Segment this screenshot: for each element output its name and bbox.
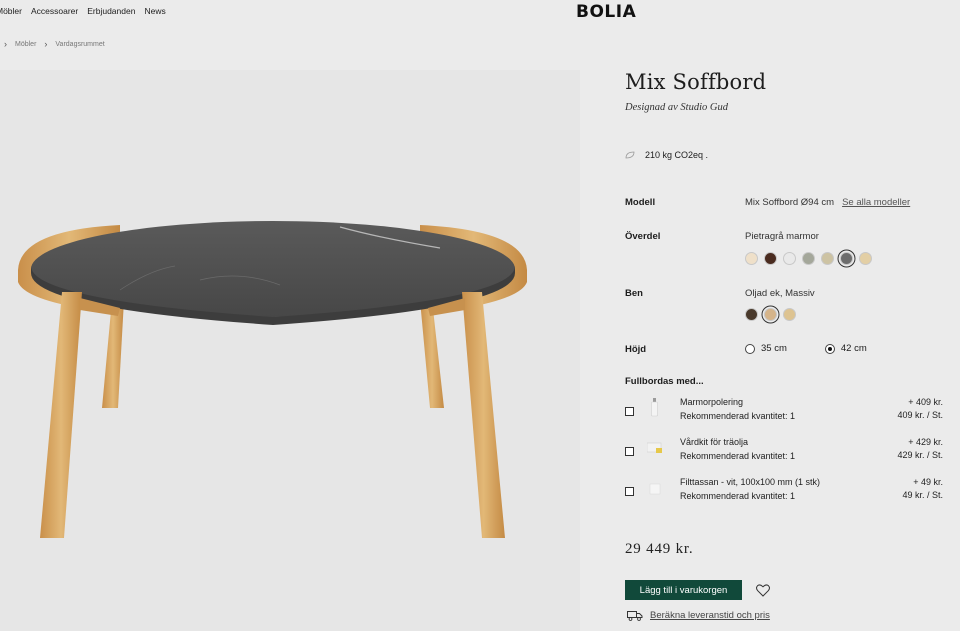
nav-item-mobler[interactable]: Möbler bbox=[0, 6, 22, 16]
main-menu: Möbler Accessoarer Erbjudanden News bbox=[0, 6, 166, 16]
table-leg-back-left bbox=[102, 300, 124, 408]
legs-material-swatch[interactable] bbox=[783, 308, 796, 321]
addon-quantity: Rekommenderad kvantitet: 1 bbox=[680, 411, 796, 421]
legs-label: Ben bbox=[625, 288, 643, 299]
chevron-right-icon: › bbox=[44, 39, 48, 49]
legs-material-swatch[interactable] bbox=[764, 308, 777, 321]
top-material-swatch[interactable] bbox=[821, 252, 834, 265]
top-value: Pietragrå marmor bbox=[745, 231, 819, 242]
delivery-estimate[interactable]: Beräkna leveranstid och pris bbox=[627, 610, 770, 621]
addon-price: + 429 kr. bbox=[908, 437, 943, 447]
model-label: Modell bbox=[625, 197, 656, 208]
delivery-link[interactable]: Beräkna leveranstid och pris bbox=[650, 610, 770, 621]
top-material-swatch[interactable] bbox=[745, 252, 758, 265]
nav-item-accessoarer[interactable]: Accessoarer bbox=[31, 6, 78, 16]
addon-checkbox[interactable] bbox=[625, 447, 634, 456]
addon-unit-price: 429 kr. / St. bbox=[897, 450, 943, 460]
addon-price: + 49 kr. bbox=[913, 477, 943, 487]
top-material-swatch[interactable] bbox=[802, 252, 815, 265]
care-kit-icon bbox=[647, 442, 662, 453]
table-leg-front-left bbox=[40, 292, 82, 538]
addon-unit-price: 409 kr. / St. bbox=[897, 410, 943, 420]
complete-with-title: Fullbordas med... bbox=[625, 376, 704, 387]
addon-name: Filttassan - vit, 100x100 mm (1 stk) bbox=[680, 477, 821, 487]
addon-unit-price: 49 kr. / St. bbox=[902, 490, 943, 500]
breadcrumb: › Möbler › Vardagsrummet bbox=[4, 39, 105, 49]
chevron-right-icon: › bbox=[4, 39, 7, 49]
height-label: Höjd bbox=[625, 344, 647, 355]
table-leg-back-right bbox=[420, 300, 444, 408]
legs-material-swatch[interactable] bbox=[745, 308, 758, 321]
radio-button[interactable] bbox=[824, 343, 835, 354]
addon-checkbox[interactable] bbox=[625, 407, 634, 416]
breadcrumb-item-vardagsrummet[interactable]: Vardagsrummet bbox=[55, 41, 104, 48]
heart-icon[interactable] bbox=[756, 584, 770, 597]
height-options: 35 cm 42 cm bbox=[745, 343, 867, 354]
height-option-42[interactable]: 42 cm bbox=[824, 343, 867, 354]
total-price: 29 449 kr. bbox=[625, 541, 694, 557]
coffee-table-illustration bbox=[18, 221, 527, 538]
leaf-icon bbox=[625, 151, 635, 159]
product-title: Mix Soffbord bbox=[625, 70, 767, 94]
truck-icon bbox=[627, 611, 643, 621]
addon-quantity: Rekommenderad kvantitet: 1 bbox=[680, 451, 796, 461]
top-material-swatch[interactable] bbox=[859, 252, 872, 265]
addon-name: Marmorpolering bbox=[680, 397, 744, 407]
model-value-row: Mix Soffbord Ø94 cm Se alla modeller bbox=[745, 197, 910, 208]
height-option-label: 35 cm bbox=[761, 343, 787, 354]
table-leg-front-right bbox=[462, 292, 505, 538]
polish-bottle-icon bbox=[651, 398, 658, 417]
addon-quantity: Rekommenderad kvantitet: 1 bbox=[680, 491, 796, 501]
addon-name: Vårdkit för träolja bbox=[680, 437, 749, 447]
addon-price: + 409 kr. bbox=[908, 397, 943, 407]
legs-value: Oljad ek, Massiv bbox=[745, 288, 815, 299]
top-material-swatch[interactable] bbox=[764, 252, 777, 265]
top-label: Överdel bbox=[625, 231, 661, 242]
co2-info: 210 kg CO2eq . bbox=[625, 150, 708, 160]
top-material-swatches bbox=[745, 252, 872, 265]
nav-item-erbjudanden[interactable]: Erbjudanden bbox=[87, 6, 135, 16]
product-details: Mix Soffbord Designad av Studio Gud 210 … bbox=[625, 0, 960, 631]
top-material-swatch[interactable] bbox=[783, 252, 796, 265]
nav-item-news[interactable]: News bbox=[144, 6, 165, 16]
product-designer: Designad av Studio Gud bbox=[625, 102, 728, 113]
radio-button[interactable] bbox=[745, 343, 755, 354]
felt-pad-icon bbox=[649, 483, 661, 495]
breadcrumb-item-mobler[interactable]: Möbler bbox=[15, 41, 36, 48]
see-all-models-link[interactable]: Se alla modeller bbox=[842, 197, 910, 208]
add-to-cart-button[interactable]: Lägg till i varukorgen bbox=[625, 580, 742, 600]
product-image[interactable] bbox=[0, 70, 580, 631]
addon-item: Vårdkit för träolja Rekommenderad kvanti… bbox=[625, 437, 943, 471]
top-material-swatch[interactable] bbox=[840, 252, 853, 265]
legs-material-swatches bbox=[745, 308, 796, 321]
model-value: Mix Soffbord Ø94 cm bbox=[745, 197, 835, 208]
addon-checkbox[interactable] bbox=[625, 487, 634, 496]
height-option-label: 42 cm bbox=[840, 343, 867, 354]
addon-item: Filttassan - vit, 100x100 mm (1 stk) Rek… bbox=[625, 477, 943, 511]
addon-item: Marmorpolering Rekommenderad kvantitet: … bbox=[625, 397, 943, 431]
co2-value: 210 kg CO2eq . bbox=[645, 150, 709, 160]
height-option-35[interactable]: 35 cm bbox=[745, 343, 787, 354]
